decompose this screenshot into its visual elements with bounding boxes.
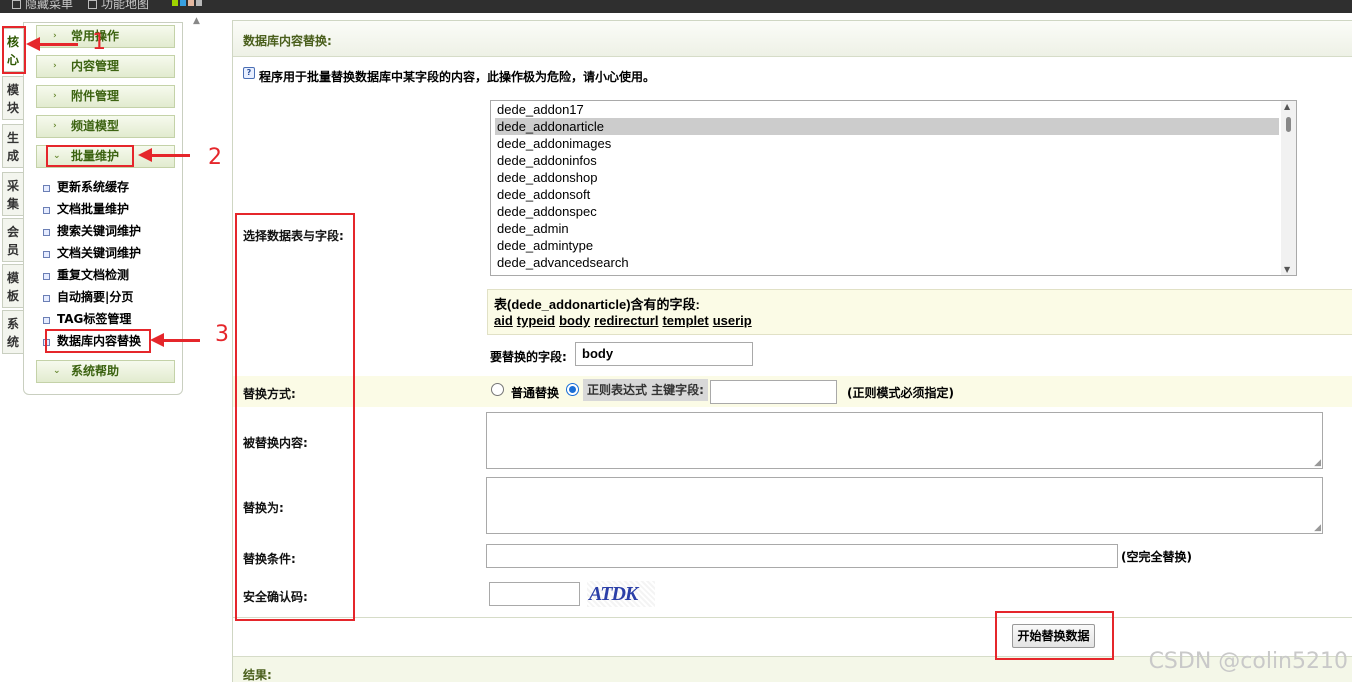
watermark: CSDN @colin5210 xyxy=(1148,649,1348,674)
theme-swatch-gray[interactable] xyxy=(196,0,202,6)
resize-grip-icon[interactable]: ◢ xyxy=(1314,523,1321,533)
menu-item-doc-keywords[interactable]: 文档关键词维护 xyxy=(43,245,141,261)
annotation-box-batch xyxy=(46,145,134,167)
main-panel: 数据库内容替换: ? 程序用于批量替换数据库中某字段的内容，此操作极为危险，请小… xyxy=(232,20,1352,682)
menu-section-help[interactable]: ⌄ 系统帮助 xyxy=(36,360,175,383)
normal-replace-label: 普通替换 xyxy=(511,386,560,400)
tab-members[interactable]: 会员 xyxy=(2,218,24,262)
radio-normal-replace[interactable] xyxy=(491,383,504,396)
menu-item-duplicate-check[interactable]: 重复文档检测 xyxy=(43,267,129,283)
scroll-up-arrow-icon[interactable]: ▲ xyxy=(193,16,200,26)
divider xyxy=(233,617,1352,618)
scroll-down-icon[interactable]: ▼ xyxy=(1284,265,1290,274)
condition-note: (空完全替换) xyxy=(1121,550,1192,564)
field-link-redirecturl[interactable]: redirecturl xyxy=(594,313,658,328)
list-item[interactable]: dede_admin xyxy=(495,220,1279,237)
menu-item-auto-summary[interactable]: 自动摘要|分页 xyxy=(43,289,133,305)
table-fields-box: 表(dede_addonarticle)含有的字段: aid typeid body… xyxy=(487,289,1352,335)
field-link-aid[interactable]: aid xyxy=(494,313,513,328)
annotation-box-db-replace xyxy=(45,329,151,353)
field-link-templet[interactable]: templet xyxy=(662,313,708,328)
list-item[interactable]: dede_addoninfos xyxy=(495,152,1279,169)
table-listbox[interactable]: dede_addon17 dede_addonarticle dede_addo… xyxy=(490,100,1297,276)
captcha-input[interactable] xyxy=(489,582,580,606)
list-item[interactable]: dede_addonimages xyxy=(495,135,1279,152)
list-item[interactable]: dede_addonsoft xyxy=(495,186,1279,203)
tab-modules[interactable]: 模块 xyxy=(2,76,24,120)
listbox-scrollbar[interactable]: ▲ ▼ xyxy=(1281,101,1296,275)
function-map-link[interactable]: 功能地图 xyxy=(88,0,149,12)
field-link-body[interactable]: body xyxy=(559,313,590,328)
annotation-box-submit xyxy=(995,611,1114,660)
menu-item-update-cache[interactable]: 更新系统缓存 xyxy=(43,179,129,195)
tab-system[interactable]: 系统 xyxy=(2,310,24,354)
annotation-number-3: 3 xyxy=(215,322,229,347)
menu-item-batch-docs[interactable]: 文档批量维护 xyxy=(43,201,129,217)
annotation-number-2: 2 xyxy=(208,145,222,170)
fields-title: 表(dede_addonarticle)含有的字段: xyxy=(494,297,700,312)
chevron-right-icon: › xyxy=(53,61,57,71)
menu-section-content[interactable]: › 内容管理 xyxy=(36,55,175,78)
menu-item-tag-management[interactable]: TAG标签管理 xyxy=(43,311,131,327)
tab-generate[interactable]: 生成 xyxy=(2,124,24,168)
top-toolbar: 隐藏菜单 功能地图 xyxy=(0,0,1352,13)
list-item[interactable]: dede_advancedsearch xyxy=(495,254,1279,271)
chevron-down-icon: ⌄ xyxy=(53,366,61,376)
annotation-arrow-1 xyxy=(26,37,78,51)
menu-section-channel-models[interactable]: › 频道模型 xyxy=(36,115,175,138)
chevron-right-icon: › xyxy=(53,121,57,131)
menu-item-search-keywords[interactable]: 搜索关键词维护 xyxy=(43,223,141,239)
resize-grip-icon[interactable]: ◢ xyxy=(1314,458,1321,468)
page-title: 数据库内容替换: xyxy=(233,21,1352,57)
primary-key-input[interactable] xyxy=(710,380,837,404)
annotation-arrow-3 xyxy=(150,333,200,347)
theme-swatch-green[interactable] xyxy=(172,0,178,6)
annotation-box-core-tab xyxy=(2,26,26,74)
field-label: 要替换的字段: xyxy=(490,350,567,364)
menu-icon xyxy=(12,0,21,9)
replace-with-textarea[interactable]: ◢ xyxy=(486,477,1323,534)
help-icon: ? xyxy=(243,67,255,79)
field-input[interactable]: body xyxy=(575,342,753,366)
scrollbar-thumb[interactable] xyxy=(1286,117,1291,132)
annotation-arrow-2 xyxy=(138,148,190,162)
tab-templates[interactable]: 模板 xyxy=(2,264,24,308)
list-item[interactable]: dede_addonspec xyxy=(495,203,1279,220)
notice-text: 程序用于批量替换数据库中某字段的内容，此操作极为危险，请小心使用。 xyxy=(259,70,656,84)
theme-swatch-blue[interactable] xyxy=(180,0,186,6)
condition-input[interactable] xyxy=(486,544,1118,568)
annotation-number-1: 1 xyxy=(92,30,106,55)
captcha-image[interactable]: ATDK xyxy=(587,581,655,607)
replaced-content-textarea[interactable]: ◢ xyxy=(486,412,1323,469)
field-links: aid typeid body redirecturl templet userip xyxy=(494,313,756,328)
tab-collect[interactable]: 采集 xyxy=(2,172,24,216)
menu-section-attachments[interactable]: › 附件管理 xyxy=(36,85,175,108)
regex-replace-label: 正则表达式 主键字段: xyxy=(583,379,708,401)
list-item[interactable]: dede_addonshop xyxy=(495,169,1279,186)
field-link-typeid[interactable]: typeid xyxy=(517,313,555,328)
list-item[interactable]: dede_admintype xyxy=(495,237,1279,254)
map-icon xyxy=(88,0,97,9)
list-item[interactable]: dede_addonarticle xyxy=(495,118,1279,135)
regex-note: (正则模式必须指定) xyxy=(847,386,954,400)
scroll-up-icon[interactable]: ▲ xyxy=(1284,102,1290,111)
chevron-right-icon: › xyxy=(53,91,57,101)
result-label: 结果: xyxy=(243,668,272,682)
radio-regex-replace[interactable] xyxy=(566,383,579,396)
annotation-box-labels xyxy=(235,213,355,621)
list-item[interactable]: dede_addon17 xyxy=(495,101,1279,118)
theme-swatch-peach[interactable] xyxy=(188,0,194,6)
field-link-userip[interactable]: userip xyxy=(713,313,752,328)
hide-menu-link[interactable]: 隐藏菜单 xyxy=(12,0,73,12)
